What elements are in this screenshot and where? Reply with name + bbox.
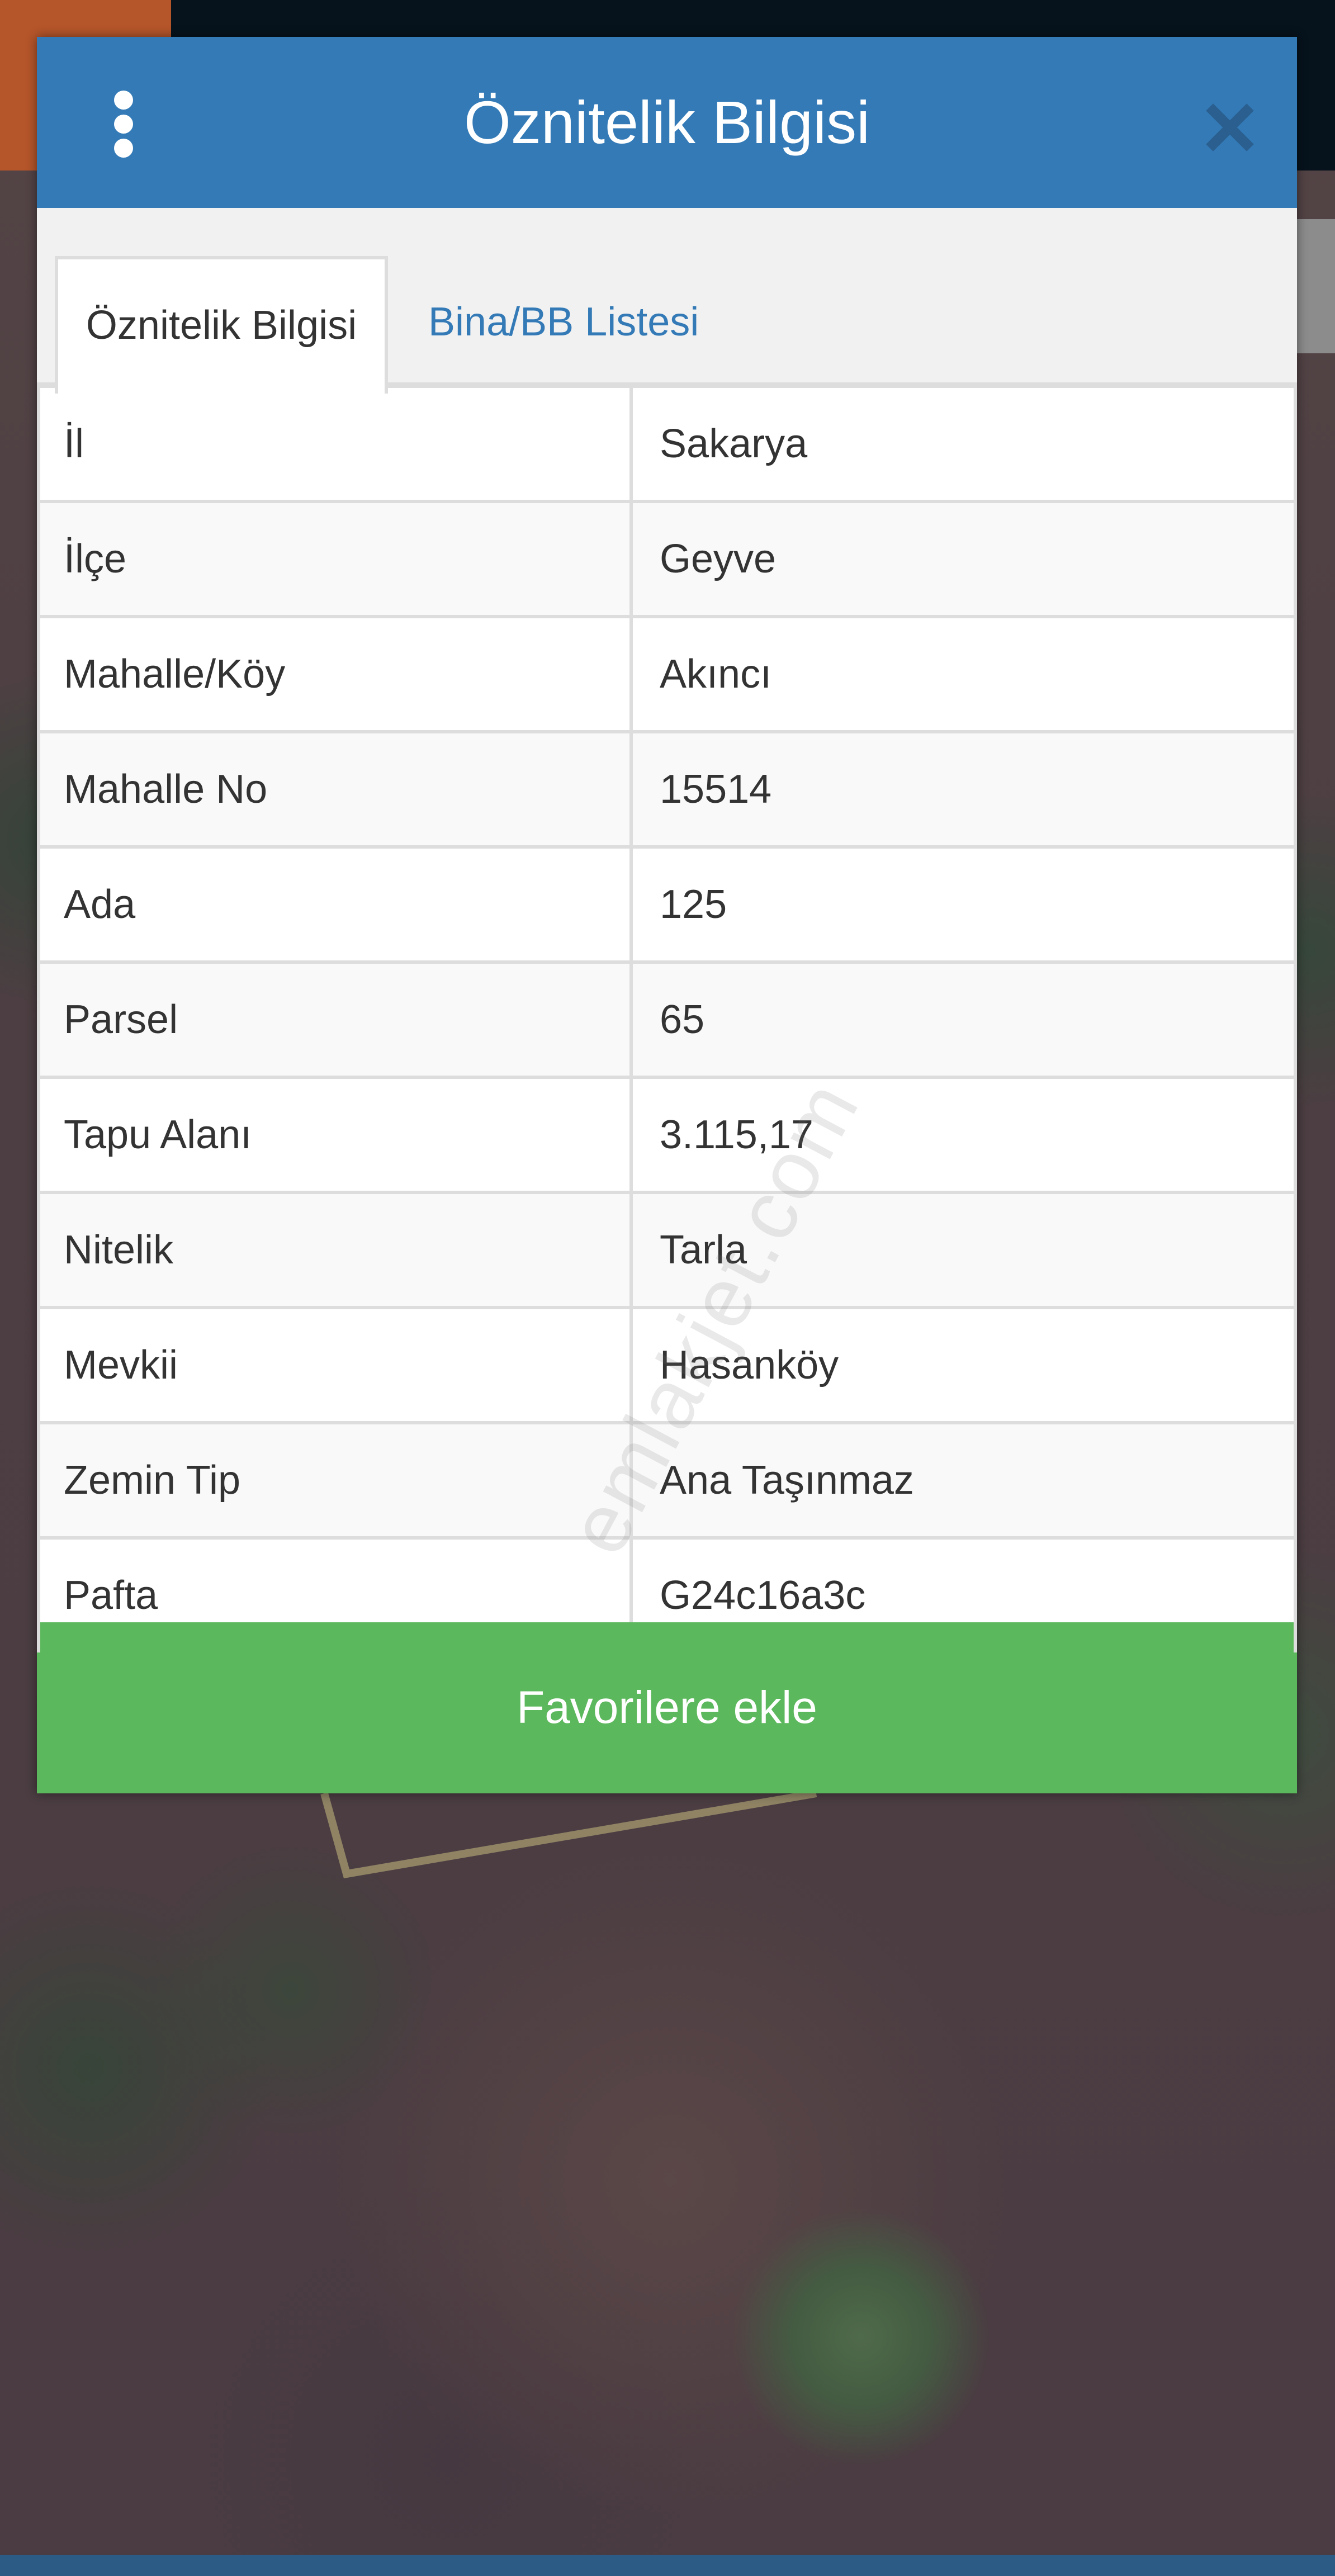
attribute-value: 3.115,17 <box>660 1112 813 1157</box>
attribute-label: Nitelik <box>64 1228 174 1272</box>
attribute-label: Zemin Tip <box>64 1458 241 1503</box>
close-icon[interactable] <box>1202 100 1258 155</box>
attribute-value: Sakarya <box>660 422 808 466</box>
attribute-info-modal: Öznitelik Bilgisi Öznitelik Bilgisi Bina… <box>37 37 1297 1793</box>
attribute-value: Akıncı <box>660 652 772 697</box>
table-row: Ada 125 <box>37 849 1297 964</box>
tab-attribute-info[interactable]: Öznitelik Bilgisi <box>55 256 388 394</box>
vertical-dots-icon[interactable] <box>104 91 143 158</box>
table-row: Mahalle/Köy Akıncı <box>37 618 1297 733</box>
tab-building-list[interactable]: Bina/BB Listesi <box>428 256 820 388</box>
attribute-label: Tapu Alanı <box>64 1112 252 1157</box>
attribute-value: Tarla <box>660 1228 747 1272</box>
attribute-label: İl <box>64 422 84 466</box>
table-row: Mahalle No 15514 <box>37 733 1297 849</box>
attribute-label: Ada <box>64 882 136 927</box>
table-border-left <box>37 388 40 1652</box>
modal-header: Öznitelik Bilgisi <box>37 37 1297 208</box>
attribute-value: Hasanköy <box>660 1343 839 1388</box>
attribute-value: Ana Taşınmaz <box>660 1458 914 1503</box>
attribute-table: İl Sakarya İlçe Geyve Mahalle/Köy Akıncı… <box>37 388 1297 1655</box>
attribute-value: 65 <box>660 997 705 1042</box>
attribute-label: Mahalle/Köy <box>64 652 286 697</box>
table-row: Mevkii Hasanköy <box>37 1309 1297 1424</box>
table-row: Nitelik Tarla <box>37 1194 1297 1309</box>
attribute-label: Mevkii <box>64 1343 178 1388</box>
attribute-value: 15514 <box>660 767 772 812</box>
table-row: Tapu Alanı 3.115,17 <box>37 1079 1297 1194</box>
attribute-label: Parsel <box>64 997 178 1042</box>
attribute-value: Geyve <box>660 537 777 581</box>
table-row: Parsel 65 <box>37 964 1297 1079</box>
tab-bar: Öznitelik Bilgisi Bina/BB Listesi <box>37 208 1297 394</box>
table-row: İl Sakarya <box>37 388 1297 503</box>
attribute-label: İlçe <box>64 537 127 581</box>
modal-title: Öznitelik Bilgisi <box>463 88 870 156</box>
attribute-label: Mahalle No <box>64 767 268 812</box>
table-row: İlçe Geyve <box>37 503 1297 618</box>
table-row: Zemin Tip Ana Taşınmaz <box>37 1424 1297 1540</box>
add-to-favorites-button[interactable]: Favorilere ekle <box>37 1622 1297 1793</box>
table-border-right <box>1294 388 1297 1652</box>
attribute-value: 125 <box>660 882 727 927</box>
